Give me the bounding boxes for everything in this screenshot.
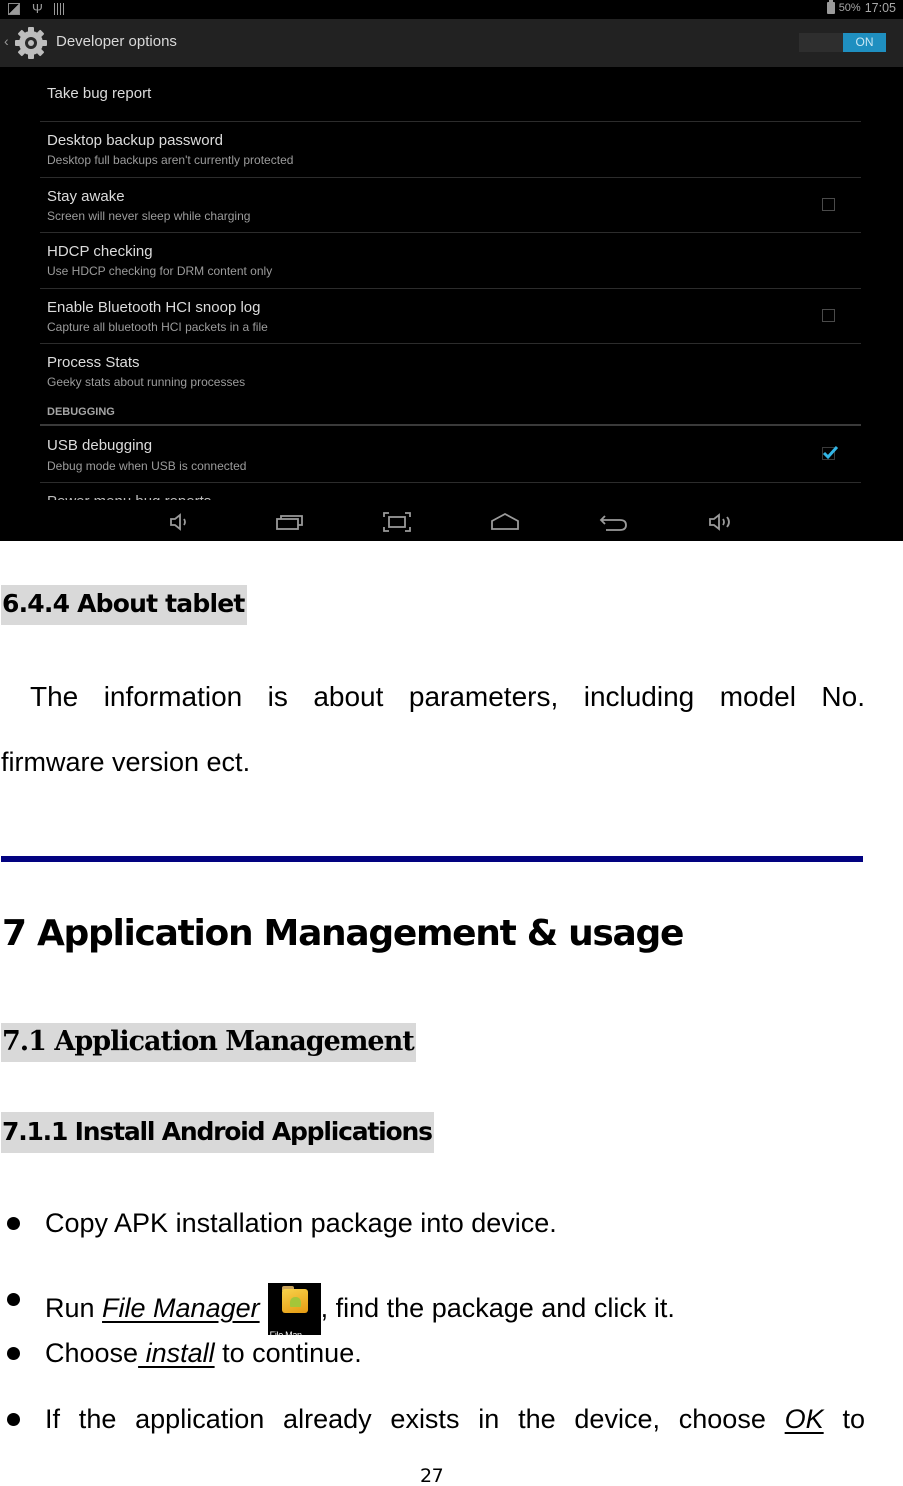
action-bar: ‹ Developer options ON <box>0 19 903 67</box>
file-manager-app-icon[interactable]: File Man.. <box>267 1283 321 1340</box>
screen-title: Developer options <box>56 33 177 50</box>
category-header-debugging: DEBUGGING <box>47 406 115 418</box>
recent-apps-icon[interactable] <box>274 511 304 533</box>
setting-subtitle: Debug mode when USB is connected <box>47 459 247 473</box>
ok-link[interactable]: OK <box>785 1404 824 1434</box>
text-run: to continue. <box>214 1338 362 1368</box>
manual-page: 6.4.4 About tablet The information is ab… <box>0 541 903 1486</box>
status-bar: Ψ 50% 17:05 <box>0 0 903 19</box>
bullet-icon <box>7 1293 20 1306</box>
setting-usb-debugging[interactable]: USB debugging Debug mode when USB is con… <box>40 426 861 483</box>
bluetooth-hci-checkbox[interactable] <box>822 309 835 322</box>
setting-subtitle: Screen will never sleep while charging <box>47 209 251 223</box>
section-heading-about-tablet: 6.4.4 About tablet <box>1 585 247 625</box>
bullet-icon <box>7 1217 20 1230</box>
chapter-divider-rule <box>1 856 863 862</box>
text-run: to <box>823 1404 865 1434</box>
setting-title: Desktop backup password <box>47 132 223 149</box>
section-heading-application-management: 7.1 Application Management <box>1 1023 416 1062</box>
list-item-text: If the application already exists in the… <box>45 1403 865 1435</box>
volume-up-icon[interactable] <box>706 511 736 533</box>
stay-awake-checkbox[interactable] <box>822 198 835 211</box>
setting-process-stats[interactable]: Process Stats Geeky stats about running … <box>40 344 861 426</box>
setting-subtitle: Desktop full backups aren't currently pr… <box>47 153 294 167</box>
setting-subtitle: Geeky stats about running processes <box>47 375 246 389</box>
screenshot-icon[interactable] <box>382 511 412 533</box>
developer-options-switch[interactable]: ON <box>799 33 886 52</box>
list-item-text: Run File Manager File Man.., find the pac… <box>45 1283 675 1340</box>
setting-title: Stay awake <box>47 188 125 205</box>
setting-desktop-backup-password[interactable]: Desktop backup password Desktop full bac… <box>40 122 861 178</box>
usb-icon: Ψ <box>32 1 43 16</box>
text-run: Run <box>45 1293 103 1323</box>
setting-power-menu-bug-reports[interactable]: Power menu bug reports <box>47 494 211 500</box>
subsection-heading-install-android-apps: 7.1.1 Install Android Applications <box>1 1112 434 1153</box>
setting-stay-awake[interactable]: Stay awake Screen will never sleep while… <box>40 178 861 233</box>
image-notification-icon <box>8 3 20 15</box>
checkmark-icon <box>822 445 839 460</box>
developer-options-screenshot: Ψ 50% 17:05 ‹ Developer options ON Take … <box>0 0 903 541</box>
android-icon <box>289 1297 301 1307</box>
setting-bluetooth-hci-snoop-log[interactable]: Enable Bluetooth HCI snoop log Capture a… <box>40 289 861 344</box>
setting-title: Take bug report <box>47 85 152 102</box>
setting-title: USB debugging <box>47 437 153 454</box>
bullet-icon <box>7 1413 20 1426</box>
back-icon[interactable] <box>598 511 628 533</box>
chapter-heading: 7 Application Management & usage <box>2 913 684 954</box>
barcode-icon <box>54 3 64 15</box>
setting-title: Process Stats <box>47 354 140 371</box>
text-run: , find the package and click it. <box>320 1293 675 1323</box>
about-tablet-paragraph-line-2: firmware version ect. <box>1 747 251 777</box>
navigation-bar <box>0 503 903 541</box>
setting-subtitle: Use HDCP checking for DRM content only <box>47 264 273 278</box>
install-link[interactable]: install <box>138 1338 215 1368</box>
gear-icon[interactable] <box>13 25 49 61</box>
setting-title: Enable Bluetooth HCI snoop log <box>47 299 261 316</box>
text-run: Choose <box>45 1338 139 1368</box>
file-manager-link[interactable]: File Manager <box>102 1293 260 1323</box>
home-icon[interactable] <box>490 511 520 533</box>
page-number: 27 <box>420 1465 444 1486</box>
setting-title: Power menu bug reports <box>47 494 211 500</box>
setting-take-bug-report[interactable]: Take bug report <box>40 67 861 122</box>
switch-on-label: ON <box>843 33 886 52</box>
setting-subtitle: Capture all bluetooth HCI packets in a f… <box>47 320 268 334</box>
list-item-text: Choose install to continue. <box>45 1337 362 1369</box>
list-item-text: Copy APK installation package into devic… <box>45 1208 557 1238</box>
volume-down-icon[interactable] <box>165 511 195 533</box>
battery-charging-icon <box>826 0 835 14</box>
battery-percent: 50% <box>838 2 861 14</box>
setting-hdcp-checking[interactable]: HDCP checking Use HDCP checking for DRM … <box>40 233 861 289</box>
about-tablet-paragraph-line-1: The information is about parameters, inc… <box>30 681 865 712</box>
setting-title: HDCP checking <box>47 243 153 260</box>
bullet-icon <box>7 1347 20 1360</box>
text-run: If the application already exists in the… <box>45 1404 785 1434</box>
clock: 17:05 <box>864 1 896 15</box>
usb-debugging-checkbox[interactable] <box>822 445 839 460</box>
chevron-left-icon[interactable]: ‹ <box>4 33 9 49</box>
